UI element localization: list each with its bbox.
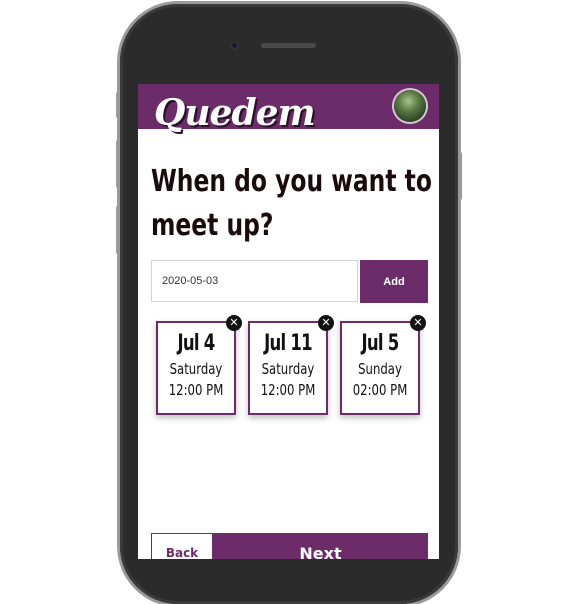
mute-switch (116, 92, 120, 118)
date-card-time: 12:00 PM (168, 381, 224, 399)
volume-up-button (116, 140, 120, 188)
date-card[interactable]: Jul 5 Sunday 02:00 PM ✕ (340, 315, 426, 415)
date-card-date: Jul 5 (361, 331, 399, 356)
date-input[interactable] (151, 260, 358, 302)
earpiece-speaker (261, 43, 316, 48)
user-avatar[interactable] (394, 90, 426, 122)
page-title: When do you want to meet up? (151, 160, 432, 248)
date-card-time: 02:00 PM (352, 381, 408, 399)
add-date-button[interactable]: Add (360, 260, 428, 303)
date-card-weekday: Saturday (261, 360, 315, 378)
page-title-line-1: When do you want to (151, 164, 432, 199)
app-header: Quedem (138, 84, 439, 134)
date-card-weekday: Sunday (358, 360, 402, 378)
date-card[interactable]: Jul 4 Saturday 12:00 PM ✕ (156, 315, 242, 415)
volume-down-button (116, 206, 120, 254)
power-button (458, 152, 462, 200)
close-circle-icon[interactable]: ✕ (318, 315, 334, 331)
close-circle-icon[interactable]: ✕ (410, 315, 426, 331)
app-logo[interactable]: Quedem (154, 92, 316, 134)
date-card[interactable]: Jul 11 Saturday 12:00 PM ✕ (248, 315, 334, 415)
date-card-weekday: Saturday (169, 360, 223, 378)
back-button[interactable]: Back (151, 533, 213, 559)
page-title-line-2: meet up? (151, 208, 274, 243)
close-circle-icon[interactable]: ✕ (226, 315, 242, 331)
date-card-time: 12:00 PM (260, 381, 316, 399)
next-button[interactable]: Next (213, 533, 428, 559)
date-card-date: Jul 11 (264, 331, 313, 356)
app-screen: Quedem When do you want to meet up? Add … (138, 84, 439, 559)
date-card-date: Jul 4 (177, 331, 215, 356)
front-camera-icon (230, 41, 239, 50)
